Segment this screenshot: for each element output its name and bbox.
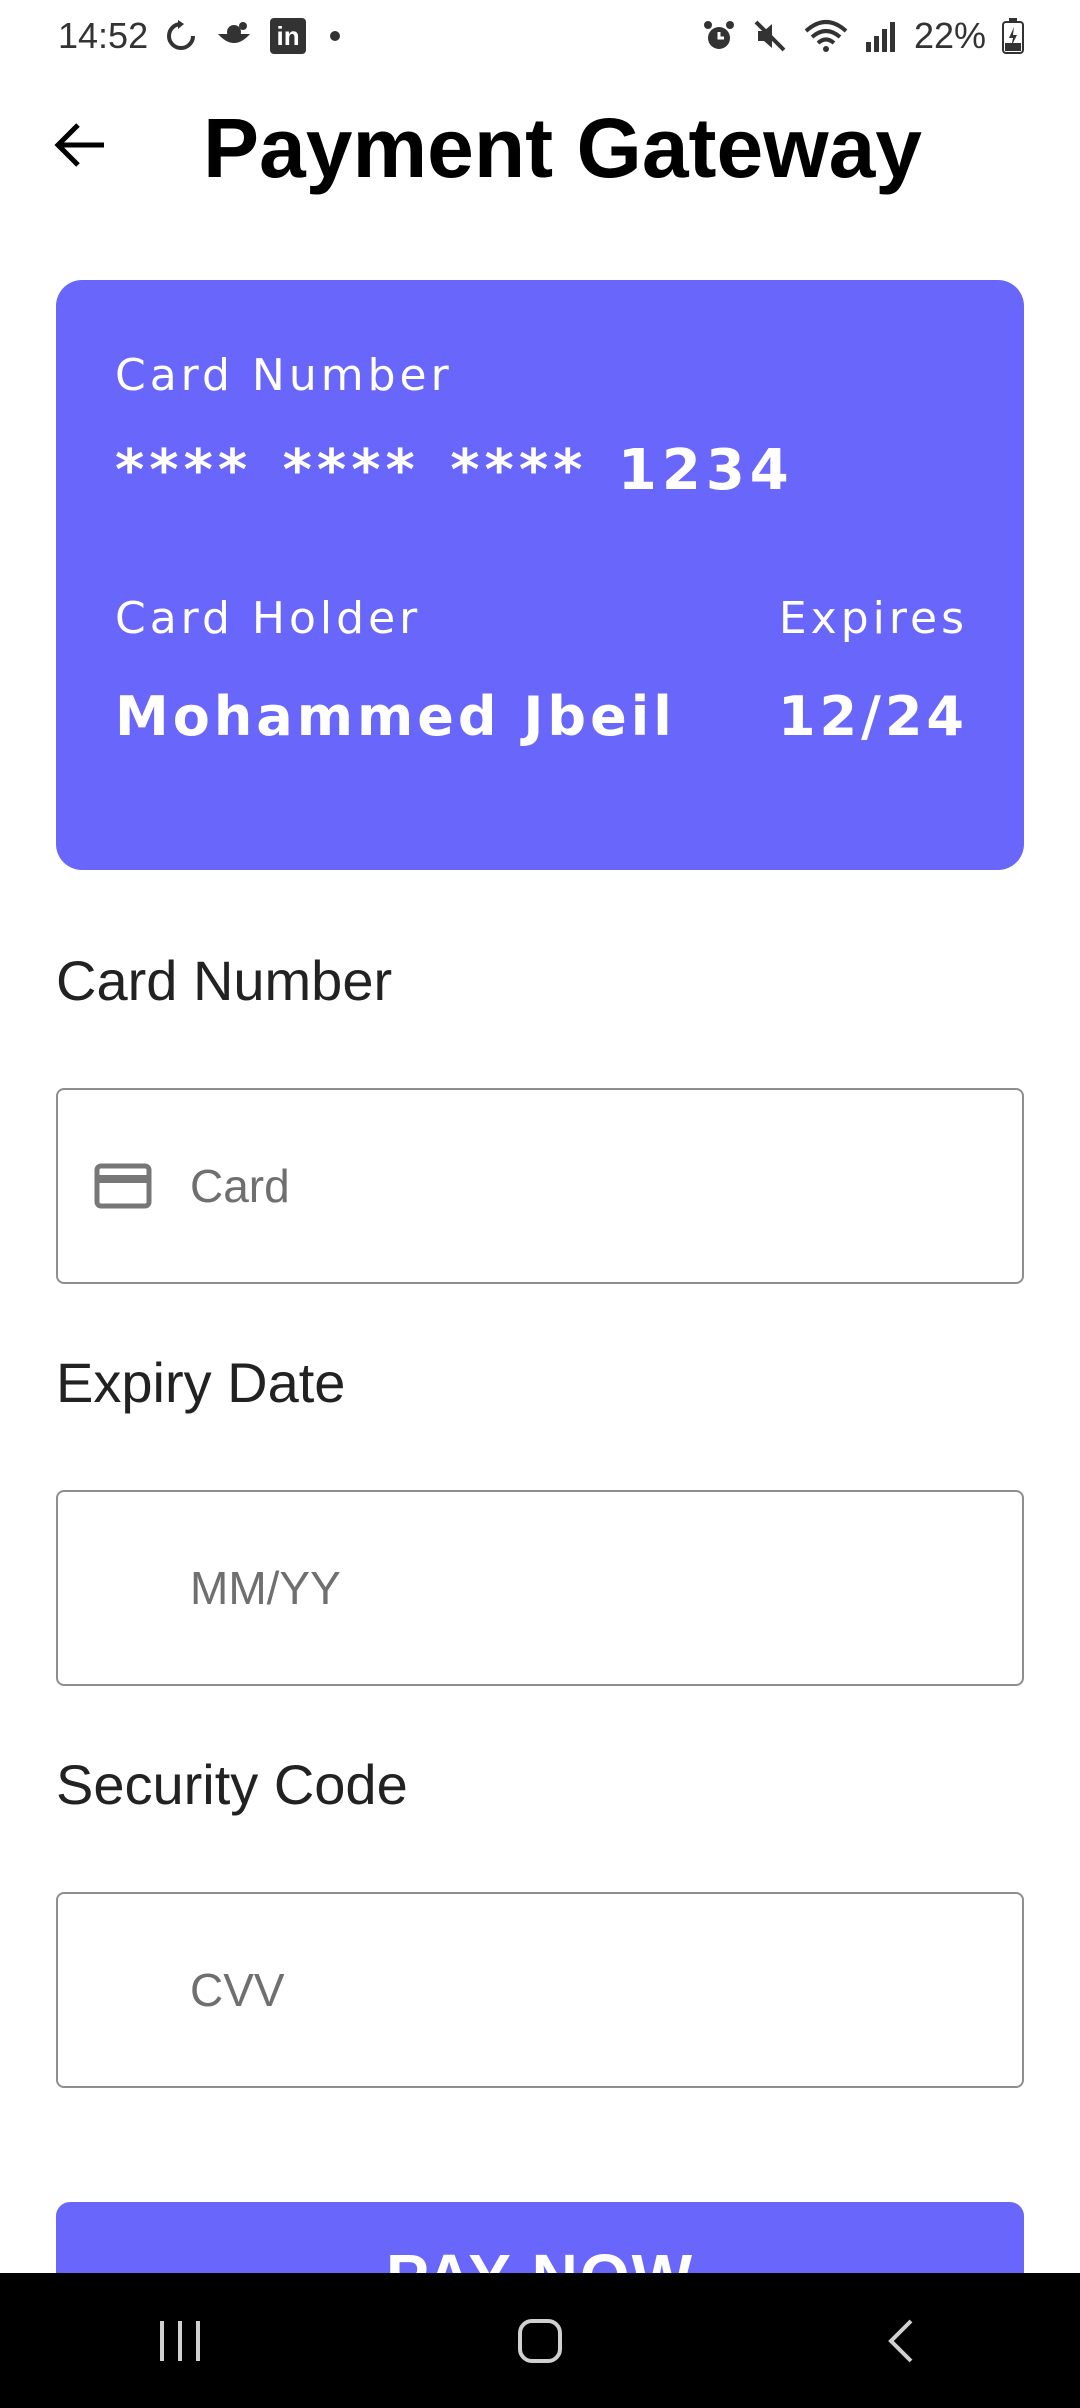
payment-screen: 14:52 in 22% Payment Gateway Card Number… [0, 0, 1080, 2408]
card-holder-name: Mohammed Jbeil [115, 685, 676, 748]
alarm-icon [702, 19, 736, 53]
home-button[interactable] [470, 2291, 610, 2391]
card-number-field[interactable] [56, 1088, 1024, 1284]
card-number-label: Card Number [115, 350, 453, 401]
back-button[interactable] [48, 112, 114, 178]
app-header: Payment Gateway [0, 92, 1080, 198]
arrow-left-icon [54, 123, 104, 167]
credit-card-icon [94, 1163, 152, 1209]
card-number-field-label: Card Number [56, 949, 393, 1012]
security-code-field[interactable] [56, 1892, 1024, 2088]
cvv-input[interactable] [190, 1894, 990, 2086]
card-number-masked: **** **** **** 1234 [115, 438, 794, 503]
security-code-field-label: Security Code [56, 1753, 408, 1816]
card-expiry-value: 12/24 [777, 685, 968, 748]
expiry-date-input[interactable] [190, 1492, 990, 1684]
recents-icon [160, 2320, 200, 2361]
wifi-icon [804, 19, 848, 53]
recents-button[interactable] [110, 2291, 250, 2391]
signal-icon [864, 20, 898, 52]
mute-icon [752, 18, 788, 54]
status-bar: 14:52 in 22% [0, 0, 1080, 72]
card-number-input[interactable] [190, 1090, 990, 1282]
system-nav-bar [0, 2273, 1080, 2408]
status-bar-left: 14:52 in [58, 15, 341, 57]
card-holder-label: Card Holder [115, 593, 422, 644]
status-bar-right: 22% [702, 15, 1024, 57]
dot-icon [330, 31, 341, 41]
expires-label: Expires [778, 593, 968, 644]
card-preview: Card Number **** **** **** 1234 Card Hol… [56, 280, 1024, 870]
battery-percent: 22% [913, 15, 986, 56]
expiry-date-field-label: Expiry Date [56, 1351, 346, 1414]
battery-icon [1002, 18, 1024, 54]
sync-icon [164, 19, 198, 53]
nav-back-button[interactable] [830, 2291, 970, 2391]
status-time: 14:52 [58, 15, 149, 56]
expiry-date-field[interactable] [56, 1490, 1024, 1686]
back-icon [888, 2319, 913, 2362]
cloud-icon [214, 20, 254, 52]
page-title: Payment Gateway [203, 101, 923, 195]
linkedin-icon: in [270, 18, 307, 54]
home-icon [518, 2318, 562, 2363]
